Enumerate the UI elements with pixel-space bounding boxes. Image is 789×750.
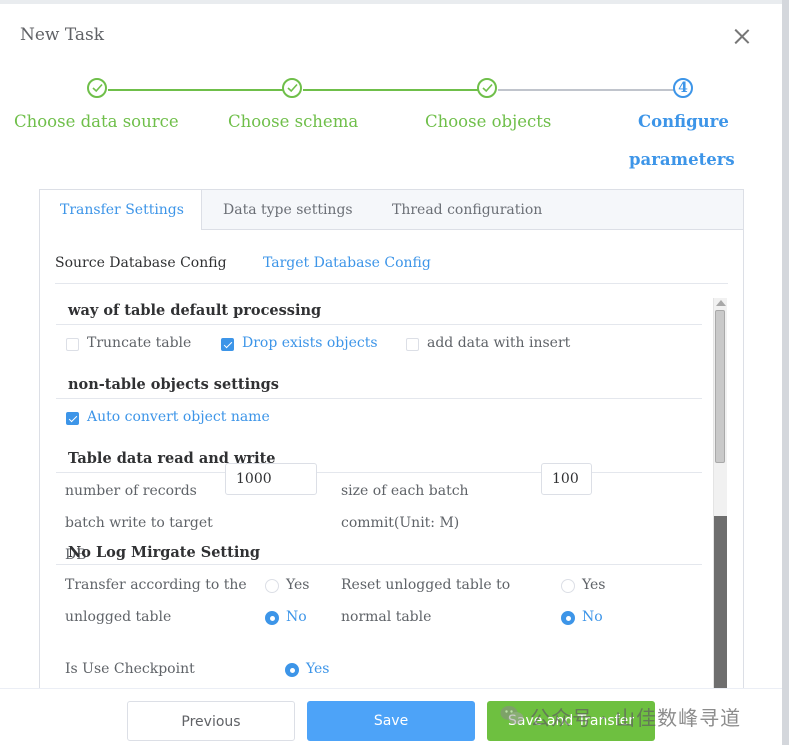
settings-panel: Transfer Settings Data type settings Thr… [39,189,744,689]
step-connector-2 [303,89,478,91]
section-divider [56,472,702,473]
non-table-settings-title: non-table objects settings [68,376,279,393]
scrollbar-track-lower [714,516,727,688]
step-3-label: Choose objects [425,112,552,131]
scrollbar-thumb[interactable] [715,310,725,463]
tab-data-type-settings[interactable]: Data type settings [223,190,353,230]
tab-thread-configuration[interactable]: Thread configuration [392,190,542,230]
no-log-setting-title: No Log Mirgate Setting [68,544,261,561]
records-batch-input[interactable] [225,463,317,495]
save-button[interactable]: Save [307,701,475,741]
add-data-insert-checkbox[interactable] [406,338,419,351]
section-divider [56,324,702,325]
new-task-dialog: New Task 4 Choose data source Choose sch… [0,4,782,750]
tab-transfer-settings[interactable]: Transfer Settings [40,190,202,230]
use-checkpoint-yes-label: Yes [306,661,330,677]
use-checkpoint-yes-radio[interactable] [285,663,299,677]
records-label-line2: batch write to target [65,515,213,531]
transfer-unlogged-label-line2: unlogged table [65,609,172,625]
step-1-check-icon [87,78,107,98]
reset-unlogged-no-label: No [582,609,603,625]
truncate-table-label: Truncate table [87,335,192,351]
wechat-watermark-icon [500,706,524,724]
step-4-number: 4 [673,78,693,98]
step-3-check-icon [477,78,497,98]
add-data-insert-label: add data with insert [427,335,571,351]
batch-size-label-line1: size of each batch [341,483,469,499]
subtab-target-db-config[interactable]: Target Database Config [263,255,431,271]
batch-size-input[interactable] [541,463,592,495]
scroll-up-arrow-icon[interactable] [716,300,726,306]
transfer-unlogged-yes-radio[interactable] [265,579,279,593]
transfer-unlogged-yes-label: Yes [286,577,310,593]
step-2-check-icon [282,78,302,98]
step-2-label: Choose schema [228,112,359,131]
subtab-source-db-config[interactable]: Source Database Config [55,255,227,271]
previous-button[interactable]: Previous [127,701,295,741]
transfer-unlogged-no-radio[interactable] [265,611,279,625]
truncate-table-checkbox[interactable] [66,338,79,351]
drop-exists-objects-checkbox[interactable] [221,338,234,351]
reset-unlogged-yes-label: Yes [582,577,606,593]
transfer-unlogged-no-label: No [286,609,307,625]
reset-unlogged-label-line1: Reset unlogged table to [341,577,511,593]
auto-convert-name-checkbox[interactable] [66,412,79,425]
settings-scrollbar[interactable] [713,298,727,688]
reset-unlogged-yes-radio[interactable] [561,579,575,593]
use-checkpoint-label: Is Use Checkpoint [65,661,195,677]
drop-exists-objects-label: Drop exists objects [242,335,378,351]
step-4-label-line2: parameters [629,150,735,169]
step-1-label: Choose data source [14,112,179,131]
reset-unlogged-label-line2: normal table [341,609,432,625]
dialog-footer: Previous Save Save and Transfer 公众号 · 山佳… [0,688,782,750]
close-icon[interactable] [733,28,751,46]
tab-bar: Transfer Settings Data type settings Thr… [40,190,743,230]
batch-size-label-line2: commit(Unit: M) [341,515,460,531]
section-divider [56,564,702,565]
section-divider [56,398,702,399]
step-connector-3 [498,89,674,91]
watermark-text: 公众号 · 山佳数峰寻道 [530,706,742,730]
step-connector-1 [108,89,283,91]
table-processing-title: way of table default processing [68,302,322,319]
settings-scroll-area: way of table default processing Truncate… [56,298,730,688]
records-label-line1: number of records [65,483,197,499]
dialog-title: New Task [20,25,105,45]
window-right-edge [782,0,789,745]
transfer-unlogged-label-line1: Transfer according to the [65,577,247,593]
auto-convert-name-label: Auto convert object name [87,409,270,425]
step-4-label-line1: Configure [638,112,729,131]
subtab-divider [55,283,728,284]
reset-unlogged-no-radio[interactable] [561,611,575,625]
